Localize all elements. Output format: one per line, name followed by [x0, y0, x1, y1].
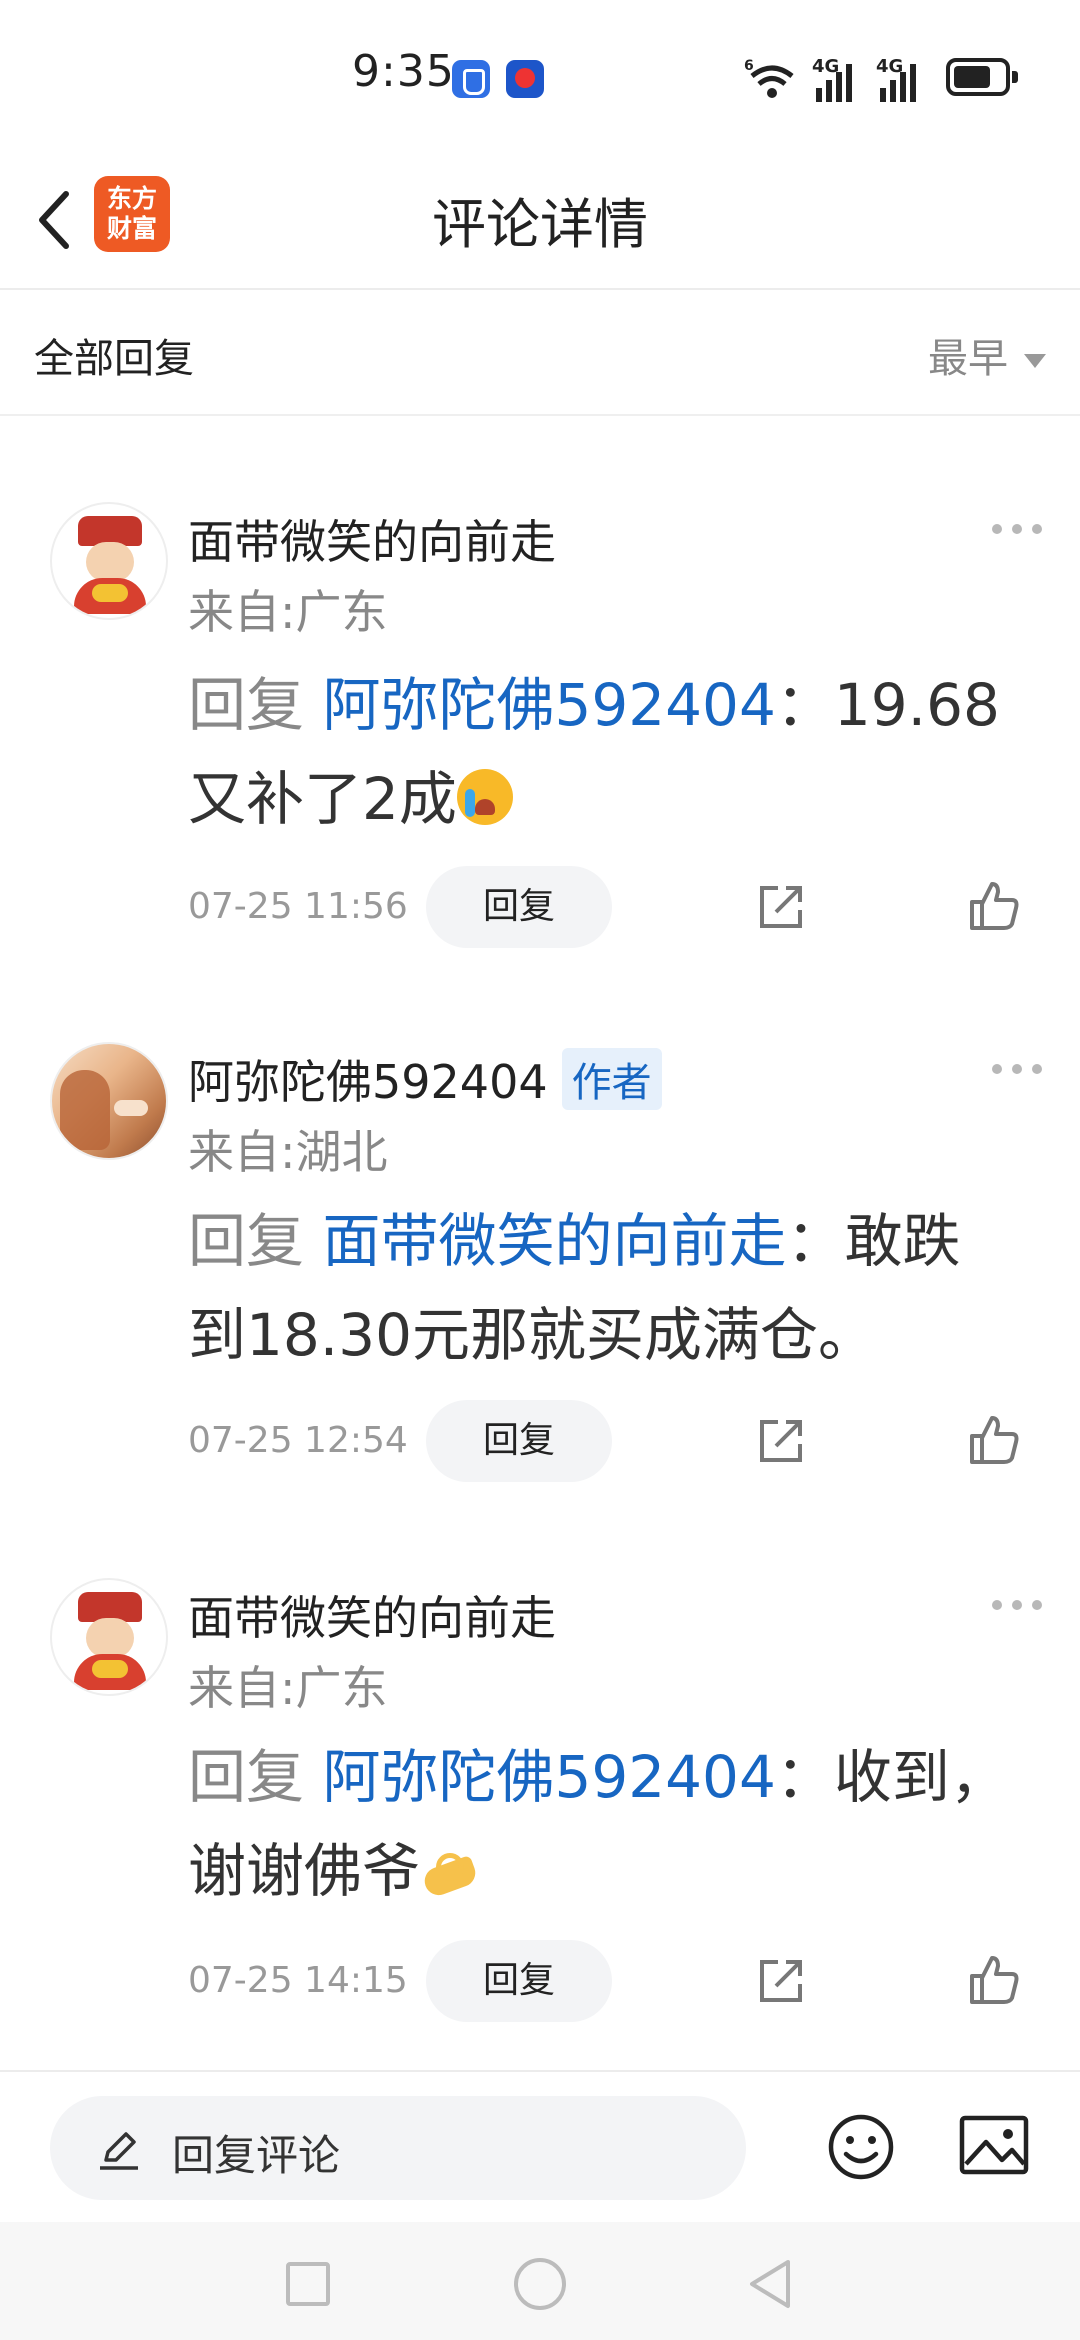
- username[interactable]: 阿弥陀佛592404: [188, 1055, 548, 1109]
- share-icon[interactable]: [756, 1956, 806, 2006]
- more-options-icon[interactable]: [992, 1598, 1044, 1612]
- home-icon[interactable]: [514, 2258, 566, 2310]
- logo-line-2: 财富: [106, 214, 157, 243]
- share-icon[interactable]: [756, 882, 806, 932]
- like-thumb-icon[interactable]: [968, 1954, 1020, 2006]
- location-label: 来自:广东: [188, 1661, 388, 1715]
- app-notification-icon-2: [506, 60, 544, 98]
- mention-link[interactable]: 阿弥陀佛592404: [322, 671, 775, 739]
- reply-button[interactable]: 回复: [426, 866, 612, 948]
- app-logo[interactable]: 东方 财富: [94, 176, 170, 252]
- location-label: 来自:广东: [188, 585, 388, 639]
- status-bar: 9:35 6 4G 4G: [0, 0, 1080, 150]
- image-icon[interactable]: [958, 2114, 1030, 2176]
- sort-dropdown[interactable]: 最早: [928, 326, 1046, 384]
- mention-link[interactable]: 阿弥陀佛592404: [322, 1743, 775, 1811]
- comment-actions: 07-25 14:15 回复: [188, 1940, 1048, 2024]
- comment-actions: 07-25 12:54 回复: [188, 1400, 1048, 1484]
- more-options-icon[interactable]: [992, 1062, 1044, 1076]
- wifi-tag: 6: [744, 58, 754, 74]
- system-nav-bar: [0, 2222, 1080, 2340]
- reply-input[interactable]: 回复评论: [50, 2096, 746, 2200]
- author-badge: 作者: [561, 1048, 662, 1110]
- reply-input-placeholder: 回复评论: [172, 2131, 341, 2180]
- comment-text: 回复 阿弥陀佛592404：收到，谢谢佛爷: [188, 1730, 1018, 1918]
- ok-hand-emoji-icon: [420, 1845, 480, 1895]
- crying-face-emoji-icon: [456, 769, 513, 825]
- timestamp: 07-25 14:15: [188, 1960, 408, 2001]
- reply-prefix: 回复: [188, 671, 305, 739]
- name-row: 阿弥陀佛592404 作者: [188, 1046, 662, 1110]
- more-options-icon[interactable]: [992, 522, 1044, 536]
- sort-bar: 全部回复 最早: [0, 290, 1080, 416]
- sort-label: 最早: [928, 336, 1008, 382]
- comment-text: 回复 面带微笑的向前走：敢跌到18.30元那就买成满仓。: [188, 1194, 1018, 1382]
- wifi-icon: 6: [744, 58, 794, 98]
- status-time: 9:35: [352, 46, 455, 97]
- username[interactable]: 面带微笑的向前走: [188, 1591, 556, 1645]
- battery-icon: [946, 58, 1018, 96]
- mention-link[interactable]: 面带微笑的向前走: [322, 1207, 786, 1275]
- avatar[interactable]: [50, 1042, 168, 1160]
- name-row: 面带微笑的向前走: [188, 506, 556, 569]
- back-arrow-icon[interactable]: [28, 188, 84, 252]
- reply-button[interactable]: 回复: [426, 1940, 612, 2022]
- top-bar: 评论详情 东方 财富: [0, 150, 1080, 290]
- emoji-icon[interactable]: [826, 2112, 896, 2182]
- app-notification-icon: [452, 60, 490, 98]
- comment-text: 回复 阿弥陀佛592404：19.68又补了2成: [188, 658, 1018, 846]
- recent-apps-icon[interactable]: [286, 2262, 330, 2306]
- like-thumb-icon[interactable]: [968, 880, 1020, 932]
- bottom-divider: [0, 2070, 1080, 2072]
- comment-actions: 07-25 11:56 回复: [188, 866, 1048, 950]
- avatar[interactable]: [50, 1578, 168, 1696]
- username[interactable]: 面带微笑的向前走: [188, 515, 556, 569]
- timestamp: 07-25 12:54: [188, 1420, 408, 1461]
- location-label: 来自:湖北: [188, 1125, 388, 1179]
- avatar[interactable]: [50, 502, 168, 620]
- dropdown-triangle-icon: [1024, 354, 1046, 368]
- nav-back-icon[interactable]: [744, 2256, 794, 2312]
- cellular-signal-icon-2: 4G: [876, 56, 934, 102]
- like-thumb-icon[interactable]: [968, 1414, 1020, 1466]
- reply-prefix: 回复: [188, 1743, 305, 1811]
- reply-button[interactable]: 回复: [426, 1400, 612, 1482]
- logo-line-1: 东方: [106, 184, 157, 213]
- pen-icon: [100, 2132, 138, 2170]
- name-row: 面带微笑的向前走: [188, 1582, 556, 1645]
- reply-prefix: 回复: [188, 1207, 305, 1275]
- cellular-signal-icon-1: 4G: [812, 56, 870, 102]
- all-replies-label: 全部回复: [34, 336, 194, 382]
- timestamp: 07-25 11:56: [188, 886, 408, 927]
- share-icon[interactable]: [756, 1416, 806, 1466]
